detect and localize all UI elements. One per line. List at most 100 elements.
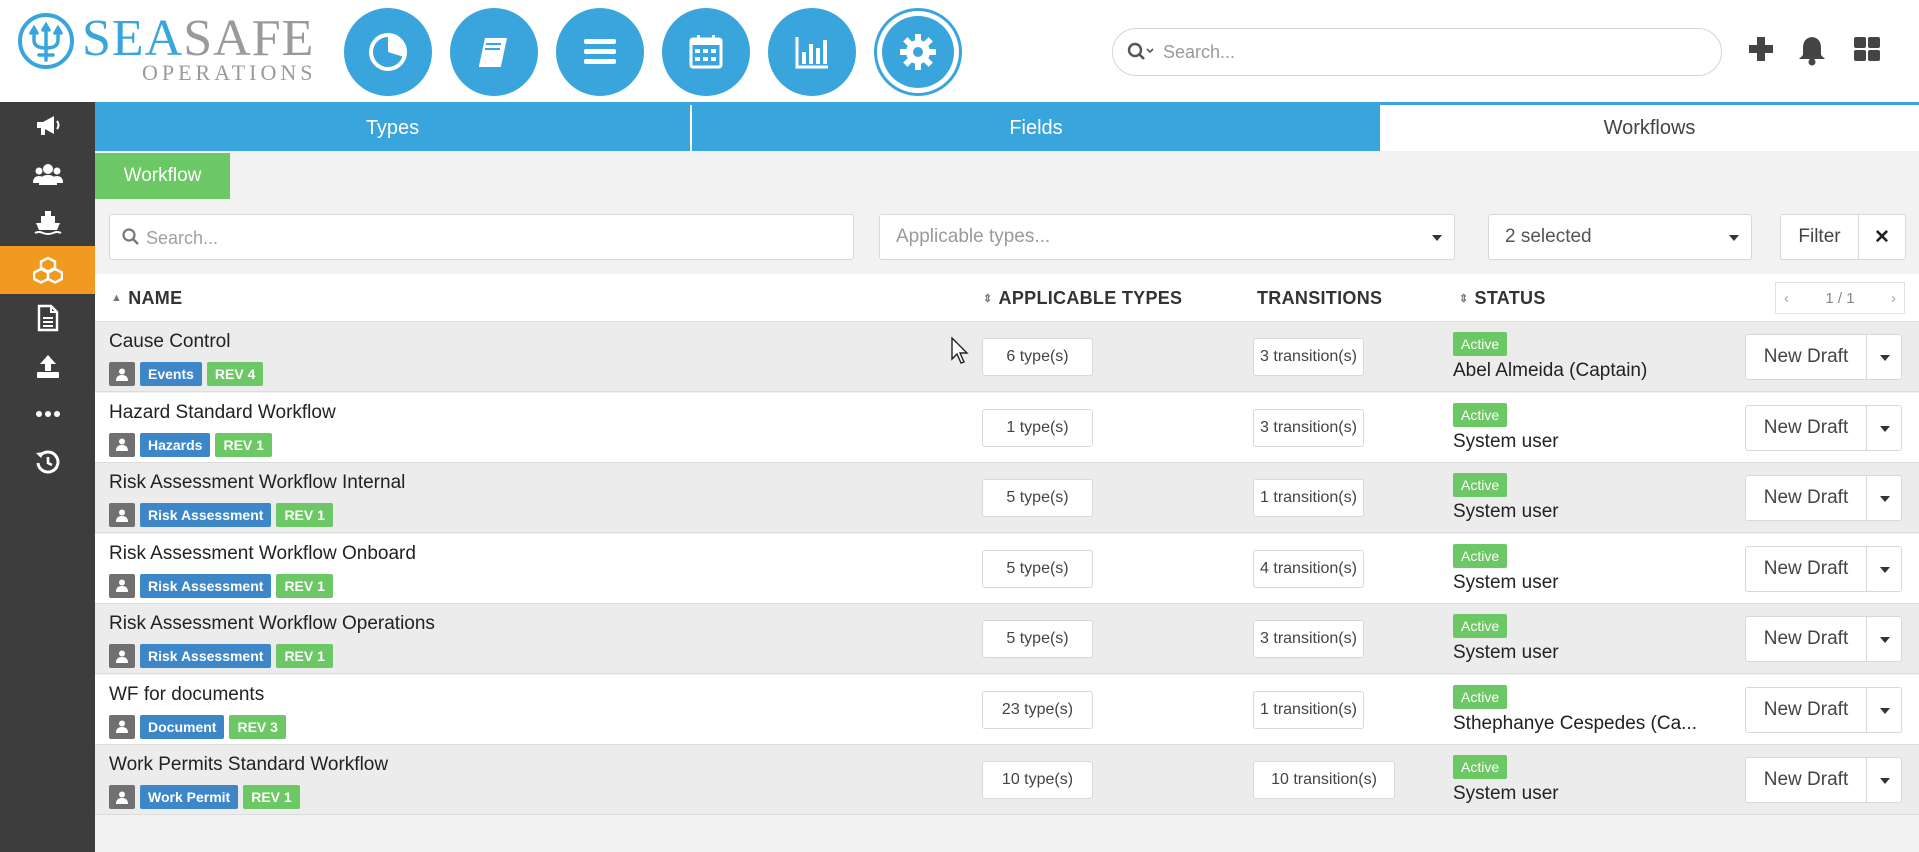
workflow-name[interactable]: Risk Assessment Workflow Operations [109,613,435,635]
applicable-types-button[interactable]: 6 type(s) [982,338,1093,376]
new-draft-dropdown-toggle[interactable] [1866,545,1902,592]
workflow-name[interactable]: Hazard Standard Workflow [109,402,336,424]
nav-dashboard-button[interactable] [344,8,432,96]
nav-settings-button[interactable] [874,8,962,96]
sidebar-item-users[interactable] [0,150,95,198]
column-transitions: TRANSITIONS [1257,274,1382,322]
workflow-search-input[interactable] [146,223,836,253]
table-row[interactable]: WF for documents Document REV 3 23 type(s) 1… [95,674,1919,745]
applicable-types-button[interactable]: 5 type(s) [982,549,1093,588]
sidebar-item-announcements[interactable] [0,102,95,150]
category-badge: Events [140,362,202,386]
trident-icon [18,13,74,69]
chevron-down-icon [1432,235,1442,241]
user-icon [109,503,135,527]
workflow-name[interactable]: Cause Control [109,331,230,353]
nav-list-button[interactable] [556,8,644,96]
seasafe-logo[interactable]: SEASAFE OPERATIONS [18,10,318,86]
new-draft-button[interactable]: New Draft [1745,545,1867,592]
pager-prev-button[interactable]: ‹ [1784,290,1789,307]
sidebar-item-history[interactable] [0,438,95,486]
clear-filter-button[interactable]: ✕ [1858,214,1906,260]
sidebar-item-more[interactable] [0,390,95,438]
table-row[interactable]: Cause Control Events REV 4 6 type(s) 3 trans… [95,322,1919,392]
transitions-button[interactable]: 3 transition(s) [1253,408,1364,447]
table-row[interactable]: Hazard Standard Workflow Hazards REV 1 1 ty… [95,392,1919,463]
table-row[interactable]: Risk Assessment Workflow Onboard Risk Ass… [95,533,1919,604]
nav-documents-button[interactable] [450,8,538,96]
pager-next-button[interactable]: › [1891,290,1896,307]
transitions-button[interactable]: 1 transition(s) [1253,479,1364,517]
new-draft-dropdown-toggle[interactable] [1866,686,1902,733]
megaphone-icon [36,116,59,135]
status-badge: Active [1453,543,1508,568]
grid-icon[interactable] [1852,34,1882,64]
workflow-name[interactable]: Risk Assessment Workflow Internal [109,472,405,494]
transitions-button[interactable]: 4 transition(s) [1253,549,1364,588]
tab-fields[interactable]: Fields [692,105,1380,151]
applicable-types-button[interactable]: 10 type(s) [982,761,1093,799]
workflow-tags: Hazards REV 1 [109,432,272,457]
nav-calendar-button[interactable] [662,8,750,96]
status-badge: Active [1453,684,1508,709]
list-icon [584,39,616,64]
more-icon [35,411,60,417]
status-user: System user [1453,642,1559,663]
global-search-input[interactable] [1163,37,1703,67]
bell-icon[interactable] [1797,34,1827,66]
new-draft-dropdown-toggle[interactable] [1866,616,1902,662]
filter-button[interactable]: Filter [1780,214,1859,260]
transitions-button[interactable]: 3 transition(s) [1253,620,1364,658]
transitions-button[interactable]: 1 transition(s) [1253,690,1364,729]
status-badge: Active [1453,473,1508,497]
workflow-search[interactable] [109,214,854,260]
new-draft-dropdown-toggle[interactable] [1866,757,1902,803]
new-draft-button[interactable]: New Draft [1745,404,1867,451]
applicable-types-select[interactable]: Applicable types... [879,214,1455,260]
user-icon [109,432,135,457]
transitions-button[interactable]: 10 transition(s) [1253,761,1395,799]
tab-workflows[interactable]: Workflows [1380,105,1919,151]
new-draft-button[interactable]: New Draft [1745,616,1867,662]
new-draft-dropdown-toggle[interactable] [1866,404,1902,451]
category-badge: Document [140,714,225,739]
workflow-name[interactable]: WF for documents [109,684,264,706]
applicable-types-button[interactable]: 5 type(s) [982,620,1093,658]
app-header: SEASAFE OPERATIONS [0,0,1919,102]
new-draft-dropdown-toggle[interactable] [1866,475,1902,521]
status-select-value: 2 selected [1505,226,1592,247]
column-name[interactable]: ▲ NAME [111,274,182,322]
table-row[interactable]: Work Permits Standard Workflow Work Permi… [95,745,1919,815]
sidebar-item-modules[interactable] [0,246,95,294]
new-draft-button[interactable]: New Draft [1745,475,1867,521]
applicable-types-button[interactable]: 23 type(s) [982,690,1093,729]
applicable-types-button[interactable]: 1 type(s) [982,408,1093,447]
new-draft-button[interactable]: New Draft [1745,757,1867,803]
global-search[interactable] [1112,28,1722,76]
new-draft-button[interactable]: New Draft [1745,686,1867,733]
revision-badge: REV 1 [276,503,333,527]
workflow-name[interactable]: Work Permits Standard Workflow [109,754,388,776]
status-select[interactable]: 2 selected [1488,214,1752,260]
new-draft-button[interactable]: New Draft [1745,334,1867,380]
table-row[interactable]: Risk Assessment Workflow Operations Risk … [95,604,1919,674]
workflow-name[interactable]: Risk Assessment Workflow Onboard [109,543,416,565]
column-applicable-types[interactable]: ⇕ APPLICABLE TYPES [983,274,1182,322]
column-status[interactable]: ⇕ STATUS [1459,274,1546,322]
status-user: System user [1453,571,1559,593]
plus-icon[interactable] [1746,34,1776,64]
new-draft-dropdown-toggle[interactable] [1866,334,1902,380]
status-badge: Active [1453,614,1508,638]
table-row[interactable]: Risk Assessment Workflow Internal Risk As… [95,463,1919,533]
workflow-tags: Risk Assessment REV 1 [109,573,333,598]
transitions-button[interactable]: 3 transition(s) [1253,338,1364,376]
sidebar-item-vessels[interactable] [0,198,95,246]
applicable-types-button[interactable]: 5 type(s) [982,479,1093,517]
tab-types[interactable]: Types [95,105,690,151]
user-icon [109,644,135,668]
nav-reports-button[interactable] [768,8,856,96]
sidebar-item-upload[interactable] [0,342,95,390]
subtab-workflow[interactable]: Workflow [95,153,230,199]
revision-badge: REV 1 [243,785,300,809]
sidebar-item-documents[interactable] [0,294,95,342]
